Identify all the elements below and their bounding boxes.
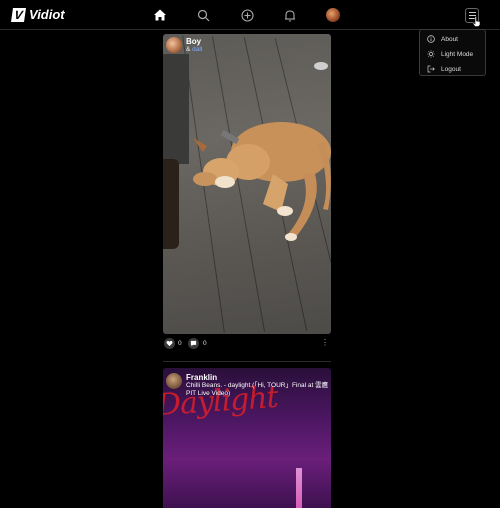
- sun-icon: [427, 50, 435, 58]
- tower-light-image: [296, 468, 302, 508]
- comment-count: 0: [203, 340, 207, 347]
- video-thumbnail[interactable]: [163, 34, 331, 334]
- comment-icon: [190, 340, 197, 347]
- more-options-icon[interactable]: ⋮: [321, 338, 329, 347]
- menu-item-logout[interactable]: Logout: [427, 63, 461, 75]
- menu-item-light-mode[interactable]: Light Mode: [427, 48, 473, 60]
- profile-avatar[interactable]: [326, 8, 340, 22]
- vidiot-logo-icon: V: [11, 7, 26, 22]
- user-menu-dropdown: About Light Mode Logout: [419, 29, 486, 76]
- top-navigation-bar: V Vidiot: [0, 0, 500, 30]
- menu-item-label: About: [441, 35, 458, 43]
- menu-item-about[interactable]: About: [427, 33, 458, 45]
- search-icon[interactable]: [196, 8, 210, 22]
- author-avatar[interactable]: [166, 373, 182, 389]
- author-avatar[interactable]: [166, 37, 182, 53]
- like-count: 0: [178, 340, 182, 347]
- post-divider: [163, 361, 331, 362]
- post-header: Franklin Chilli Beans. - daylight (「Hi, …: [166, 373, 336, 398]
- author-name[interactable]: Boy: [186, 37, 202, 46]
- brand-logo[interactable]: V Vidiot: [11, 7, 65, 22]
- heart-icon: [166, 340, 173, 347]
- plus-circle-icon[interactable]: [240, 8, 254, 22]
- post-actions: 0 0 ⋮: [163, 338, 331, 350]
- menu-item-label: Light Mode: [441, 50, 474, 58]
- info-icon: [427, 35, 435, 43]
- post-caption: Chilli Beans. - daylight (「Hi, TOUR」Fina…: [186, 382, 329, 397]
- dog-image: [193, 62, 331, 241]
- logout-icon: [427, 65, 435, 73]
- comment-button[interactable]: [188, 338, 199, 349]
- menu-item-label: Logout: [441, 65, 461, 73]
- post-header: Boy & dall: [166, 37, 202, 54]
- caption-tag[interactable]: dall: [192, 46, 202, 53]
- author-name[interactable]: Franklin: [186, 373, 336, 382]
- bell-icon[interactable]: [283, 8, 297, 22]
- home-icon[interactable]: [153, 8, 167, 22]
- like-button[interactable]: [164, 338, 175, 349]
- brand-name: Vidiot: [29, 7, 65, 22]
- post-caption: & dall: [186, 46, 202, 54]
